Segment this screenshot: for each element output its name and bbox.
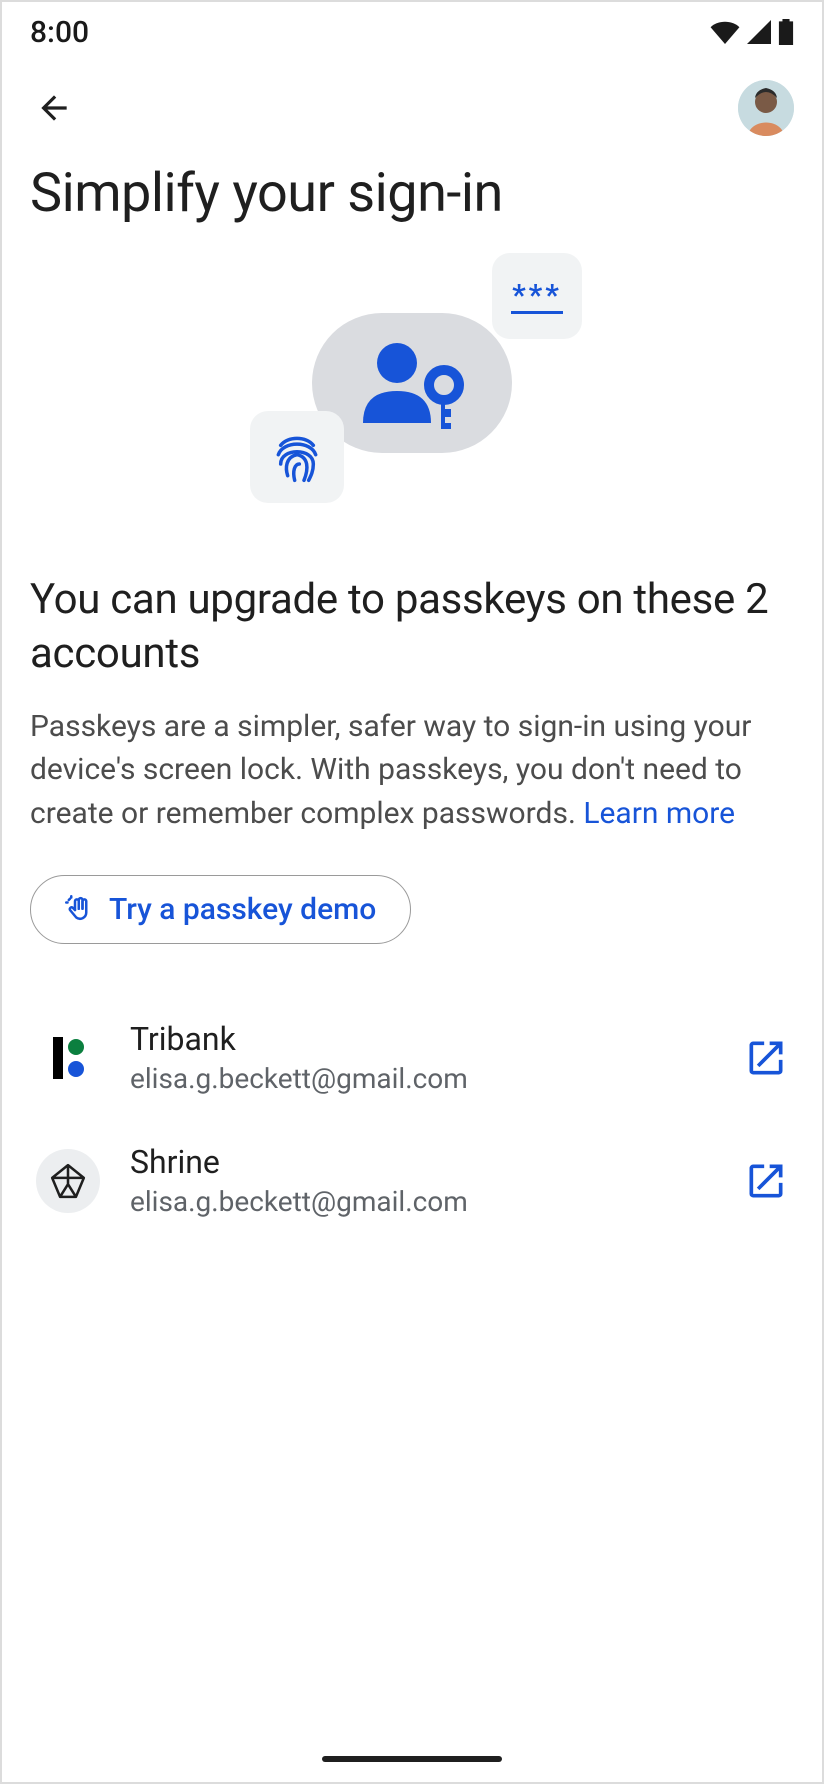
navigation-handle[interactable] (322, 1756, 502, 1762)
fingerprint-bubble-icon (250, 411, 344, 503)
page-title: Simplify your sign-in (2, 162, 822, 225)
tribank-app-icon (36, 1026, 100, 1090)
cellular-icon (746, 20, 772, 44)
profile-avatar[interactable] (738, 80, 794, 136)
password-bubble-icon: *** (492, 253, 582, 339)
sub-heading: You can upgrade to passkeys on these 2 a… (2, 573, 822, 681)
avatar-image (738, 80, 794, 136)
account-row[interactable]: Shrine elisa.g.beckett@gmail.com (30, 1119, 794, 1242)
learn-more-link[interactable]: Learn more (583, 796, 735, 831)
account-row[interactable]: Tribank elisa.g.beckett@gmail.com (30, 996, 794, 1119)
account-email: elisa.g.beckett@gmail.com (130, 1185, 714, 1218)
account-text: Tribank elisa.g.beckett@gmail.com (130, 1020, 714, 1095)
open-external-button[interactable] (744, 1159, 788, 1203)
body-text: Passkeys are a simpler, safer way to sig… (2, 705, 822, 836)
password-mask: *** (512, 278, 562, 313)
hand-wave-icon (65, 895, 95, 925)
top-bar (2, 62, 822, 154)
shrine-app-icon (36, 1149, 100, 1213)
battery-icon (778, 19, 794, 45)
open-in-new-icon (744, 1036, 788, 1080)
hero-illustration: *** (2, 253, 822, 513)
try-demo-button[interactable]: Try a passkey demo (30, 875, 411, 944)
account-text: Shrine elisa.g.beckett@gmail.com (130, 1143, 714, 1218)
wifi-icon (710, 20, 740, 44)
arrow-back-icon (35, 89, 73, 127)
account-name: Tribank (130, 1020, 714, 1058)
account-email: elisa.g.beckett@gmail.com (130, 1062, 714, 1095)
back-button[interactable] (30, 84, 78, 132)
open-external-button[interactable] (744, 1036, 788, 1080)
status-indicators (710, 19, 794, 45)
accounts-list: Tribank elisa.g.beckett@gmail.com Shrine… (2, 996, 822, 1242)
status-time: 8:00 (30, 15, 89, 50)
status-bar: 8:00 (2, 2, 822, 62)
account-name: Shrine (130, 1143, 714, 1181)
open-in-new-icon (744, 1159, 788, 1203)
device-frame: 8:00 Simplify your sign-in *** (0, 0, 824, 1784)
demo-button-label: Try a passkey demo (109, 892, 376, 927)
